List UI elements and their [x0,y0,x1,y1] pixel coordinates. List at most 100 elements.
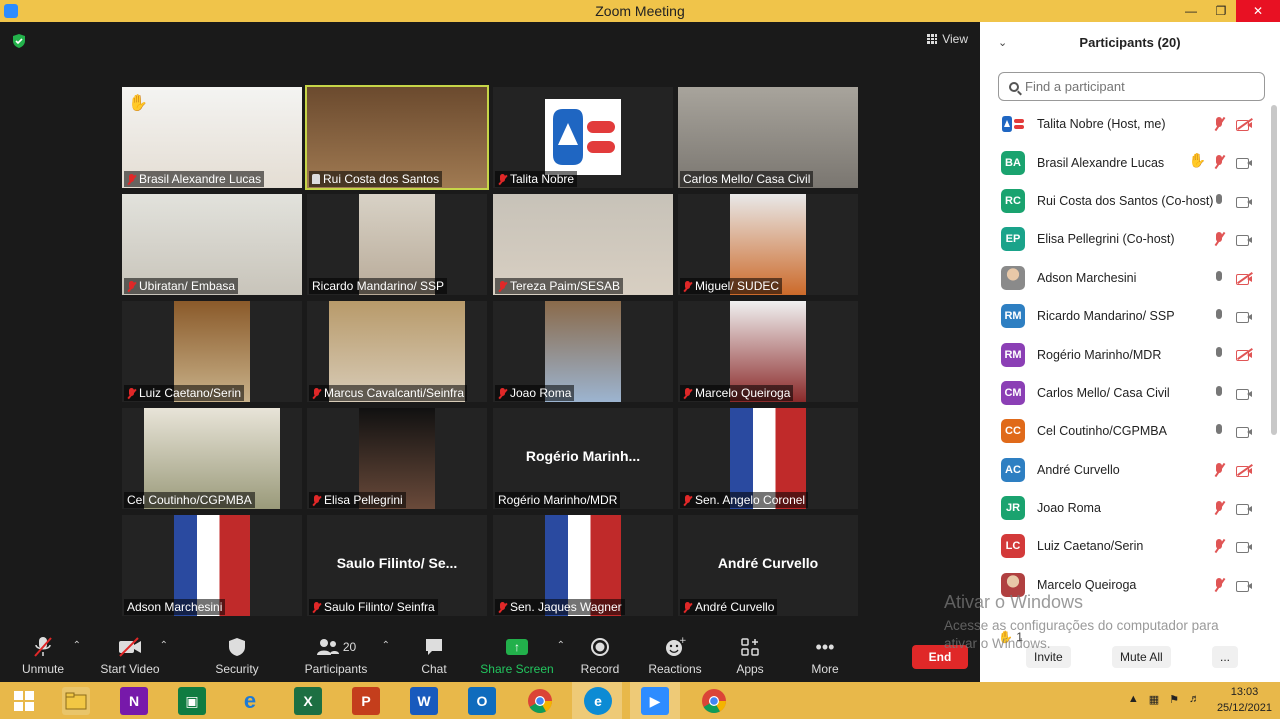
mic-muted-icon[interactable] [1212,154,1226,170]
mic-icon[interactable] [1212,270,1226,286]
video-off-icon[interactable] [1236,116,1253,132]
participant-search-input[interactable] [1025,79,1245,94]
mic-icon[interactable] [1212,193,1226,209]
video-icon[interactable] [1236,538,1252,554]
close-button[interactable]: ✕ [1236,0,1280,22]
video-icon[interactable] [1236,577,1252,593]
participant-row[interactable]: EP Elisa Pellegrini (Co-host) [980,220,1272,258]
participant-row[interactable]: CC Cel Coutinho/CGPMBA [980,412,1272,450]
video-tile[interactable]: Rogério Marinh... Rogério Marinho/MDR [493,408,673,509]
participants-button[interactable]: 20 Participants ⌃ [296,634,390,676]
view-button[interactable]: View [927,32,968,46]
file-explorer-icon[interactable] [62,687,90,715]
excel-icon[interactable]: X [294,687,322,715]
mic-icon[interactable] [1212,423,1226,439]
mic-muted-icon[interactable] [1212,116,1226,132]
smiley-plus-icon: + [635,634,715,660]
reactions-button[interactable]: + Reactions [635,634,715,676]
video-tile[interactable]: Marcelo Queiroga [678,301,858,402]
video-tile[interactable]: Sen. Angelo Coronel [678,408,858,509]
chrome-icon[interactable] [526,687,554,715]
video-icon[interactable] [1236,154,1252,170]
volume-icon[interactable]: ♬ [1189,693,1200,706]
zoom-taskbar-icon[interactable]: ▶ [641,687,669,715]
participant-row[interactable]: AC André Curvello [980,451,1272,489]
store-icon[interactable]: ▣ [178,687,206,715]
participants-caret-icon[interactable]: ⌃ [382,640,390,651]
mic-muted-icon[interactable] [1212,462,1226,478]
mic-muted-icon[interactable] [1212,500,1226,516]
video-tile[interactable]: Marcus Cavalcanti/Seinfra [307,301,487,402]
participant-row[interactable]: RC Rui Costa dos Santos (Co-host) [980,182,1272,220]
share-screen-button[interactable]: ↑ Share Screen ⌃ [477,634,565,676]
video-tile[interactable]: Carlos Mello/ Casa Civil [678,87,858,188]
participant-row[interactable]: JR Joao Roma [980,489,1272,527]
security-shield-icon[interactable] [12,34,26,48]
video-icon[interactable] [1236,231,1252,247]
participant-row[interactable]: LC Luiz Caetano/Serin [980,527,1272,565]
outlook-icon[interactable]: O [468,687,496,715]
participant-search[interactable] [998,72,1265,101]
more-button[interactable]: ••• More [785,634,865,677]
restore-button[interactable]: ❐ [1206,0,1236,22]
unmute-button[interactable]: Unmute ⌃ [3,634,83,676]
tile-name-text: Marcus Cavalcanti/Seinfra [324,386,465,400]
mic-icon[interactable] [1212,308,1226,324]
edge-icon[interactable]: e [584,687,612,715]
participant-list-scrollbar[interactable] [1271,105,1277,435]
video-icon[interactable] [1236,423,1252,439]
security-button[interactable]: Security [197,634,277,676]
participant-row[interactable]: RM Ricardo Mandarino/ SSP [980,297,1272,335]
start-button-icon[interactable] [10,687,38,715]
chrome-window-icon[interactable] [700,687,728,715]
video-tile[interactable]: Luiz Caetano/Serin [122,301,302,402]
video-tile[interactable]: Elisa Pellegrini [307,408,487,509]
video-icon[interactable] [1236,193,1252,209]
flag-icon[interactable]: ⚑ [1169,693,1179,706]
video-tile[interactable]: Saulo Filinto/ Se... Saulo Filinto/ Seinf… [307,515,487,616]
video-tile[interactable]: Adson Marchesini [122,515,302,616]
chat-button[interactable]: Chat [394,634,474,676]
video-tile[interactable]: ✋ Brasil Alexandre Lucas [122,87,302,188]
minimize-button[interactable]: — [1176,0,1206,22]
video-tile[interactable]: Ricardo Mandarino/ SSP [307,194,487,295]
video-tile[interactable]: Joao Roma [493,301,673,402]
collapse-chevron-icon[interactable]: ⌄ [998,36,1007,49]
video-icon[interactable] [1236,385,1252,401]
start-video-button[interactable]: Start Video ⌃ [90,634,170,676]
participant-row[interactable]: RM Rogério Marinho/MDR [980,335,1272,373]
video-tile[interactable]: Sen. Jaques Wagner [493,515,673,616]
word-icon[interactable]: W [410,687,438,715]
network-icon[interactable]: ▦ [1149,693,1159,706]
video-icon[interactable] [1236,308,1252,324]
video-tile[interactable]: Miguel/ SUDEC [678,194,858,295]
onenote-icon[interactable]: N [120,687,148,715]
video-caret-icon[interactable]: ⌃ [160,640,168,651]
video-off-icon[interactable] [1236,462,1253,478]
apps-button[interactable]: Apps [710,634,790,676]
participant-row[interactable]: Talita Nobre (Host, me) [980,105,1272,143]
video-icon[interactable] [1236,500,1252,516]
video-off-icon[interactable] [1236,270,1253,286]
mic-muted-icon[interactable] [1212,231,1226,247]
clock[interactable]: 13:03 25/12/2021 [1217,684,1272,716]
mic-muted-icon[interactable] [1212,577,1226,593]
record-button[interactable]: Record [560,634,640,676]
video-tile[interactable]: Rui Costa dos Santos [305,85,489,190]
participant-row[interactable]: Adson Marchesini [980,259,1272,297]
video-tile[interactable]: Talita Nobre [493,87,673,188]
video-off-icon[interactable] [1236,346,1253,362]
video-tile[interactable]: André Curvello André Curvello [678,515,858,616]
mic-icon[interactable] [1212,385,1226,401]
video-tile[interactable]: Cel Coutinho/CGPMBA [122,408,302,509]
video-tile[interactable]: Ubiratan/ Embasa [122,194,302,295]
unmute-caret-icon[interactable]: ⌃ [73,640,81,651]
tray-expand-icon[interactable]: ▲ [1128,693,1139,706]
participant-row[interactable]: CM Carlos Mello/ Casa Civil [980,374,1272,412]
mic-icon[interactable] [1212,346,1226,362]
participant-row[interactable]: BA Brasil Alexandre Lucas ✋ [980,143,1272,181]
internet-explorer-icon[interactable]: e [236,687,264,715]
video-tile[interactable]: Tereza Paim/SESAB [493,194,673,295]
mic-muted-icon[interactable] [1212,538,1226,554]
powerpoint-icon[interactable]: P [352,687,380,715]
